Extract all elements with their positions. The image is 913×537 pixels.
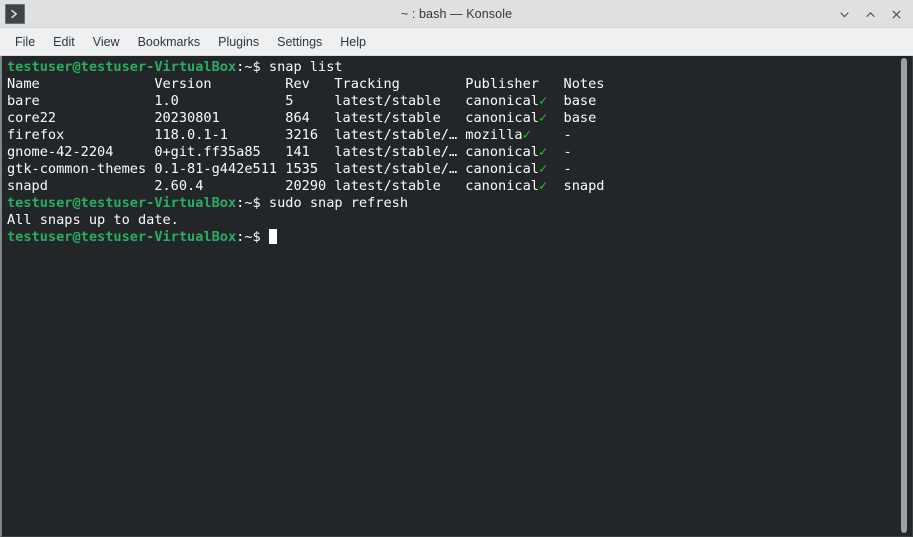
terminal-area[interactable]: testuser@testuser-VirtualBox:~$ snap lis… bbox=[0, 56, 913, 537]
menubar: File Edit View Bookmarks Plugins Setting… bbox=[0, 28, 913, 56]
menu-item-file[interactable]: File bbox=[6, 31, 44, 53]
terminal-output[interactable]: testuser@testuser-VirtualBox:~$ snap lis… bbox=[2, 56, 912, 536]
verified-check-icon: ✓ bbox=[522, 127, 531, 143]
terminal-line-table-row: snapd 2.60.4 20290 latest/stable canonic… bbox=[7, 178, 605, 194]
minimize-button[interactable] bbox=[831, 1, 857, 27]
titlebar[interactable]: ~ : bash — Konsole bbox=[0, 0, 913, 28]
shell-prompt-path: :~$ bbox=[236, 229, 261, 245]
close-button[interactable] bbox=[883, 1, 909, 27]
menu-item-help[interactable]: Help bbox=[331, 31, 375, 53]
maximize-button[interactable] bbox=[857, 1, 883, 27]
verified-check-icon: ✓ bbox=[538, 110, 548, 126]
terminal-cursor bbox=[268, 229, 278, 244]
verified-check-icon: ✓ bbox=[538, 144, 548, 160]
window-controls bbox=[831, 0, 909, 28]
terminal-line-table-header: Name Version Rev Tracking Publisher Note… bbox=[7, 76, 605, 92]
shell-prompt-path: :~$ bbox=[236, 59, 261, 75]
terminal-line-command: testuser@testuser-VirtualBox:~$ sudo sna… bbox=[7, 195, 912, 212]
menu-item-bookmarks[interactable]: Bookmarks bbox=[129, 31, 210, 53]
terminal-line-command: testuser@testuser-VirtualBox:~$ snap lis… bbox=[7, 59, 912, 76]
terminal-line-table-row: bare 1.0 5 latest/stable canonical✓ base bbox=[7, 93, 597, 109]
terminal-line-table-row: firefox 118.0.1-1 3216 latest/stable/… m… bbox=[7, 127, 572, 143]
menu-item-edit[interactable]: Edit bbox=[44, 31, 84, 53]
command-text: snap list bbox=[260, 59, 343, 75]
menu-item-view[interactable]: View bbox=[84, 31, 129, 53]
konsole-prompt-icon bbox=[5, 4, 25, 24]
verified-check-icon: ✓ bbox=[538, 178, 548, 194]
verified-check-icon: ✓ bbox=[538, 161, 548, 177]
shell-prompt-path: :~$ bbox=[236, 195, 261, 211]
terminal-line-table-row: gtk-common-themes 0.1-81-g442e511 1535 l… bbox=[7, 161, 572, 177]
terminal-line-table-row: core22 20230801 864 latest/stable canoni… bbox=[7, 110, 597, 126]
verified-check-icon: ✓ bbox=[538, 93, 548, 109]
scrollbar-thumb[interactable] bbox=[901, 58, 907, 533]
konsole-window: ~ : bash — Konsole File Edit View Bookma… bbox=[0, 0, 913, 537]
window-title: ~ : bash — Konsole bbox=[400, 6, 513, 21]
terminal-line-active-prompt[interactable]: testuser@testuser-VirtualBox:~$ bbox=[7, 229, 912, 246]
menu-item-settings[interactable]: Settings bbox=[268, 31, 331, 53]
shell-prompt-user: testuser@testuser-VirtualBox bbox=[7, 229, 237, 245]
menu-item-plugins[interactable]: Plugins bbox=[209, 31, 268, 53]
shell-prompt-user: testuser@testuser-VirtualBox bbox=[7, 59, 237, 75]
terminal-line-table-row: gnome-42-2204 0+git.ff35a85 141 latest/s… bbox=[7, 144, 572, 160]
command-text: sudo snap refresh bbox=[260, 195, 409, 211]
terminal-scrollbar[interactable] bbox=[900, 58, 908, 533]
shell-prompt-user: testuser@testuser-VirtualBox bbox=[7, 195, 237, 211]
terminal-line-output: All snaps up to date. bbox=[7, 212, 179, 228]
